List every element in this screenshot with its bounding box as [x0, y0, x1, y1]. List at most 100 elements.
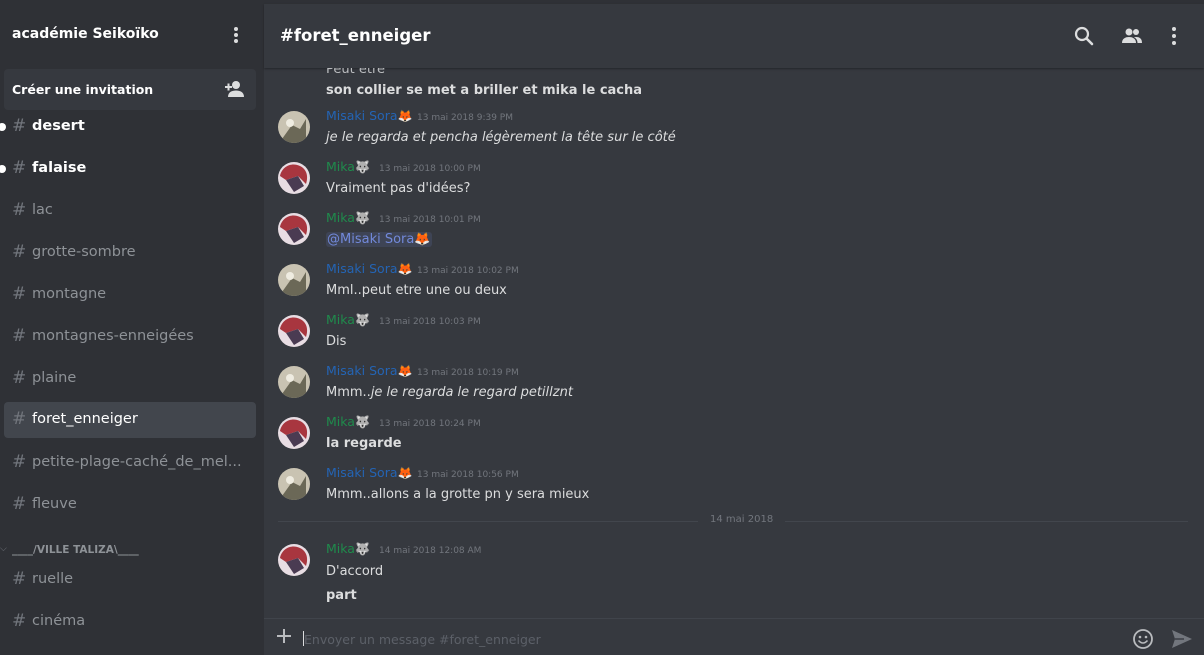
- channel-lac[interactable]: # lac: [4, 193, 256, 229]
- channel-petite-plage[interactable]: # petite-plage-caché_de_mel...: [4, 445, 256, 481]
- date-divider-label: 14 mai 2018: [698, 514, 786, 525]
- hash-icon: #: [12, 494, 27, 514]
- plus-icon[interactable]: [276, 628, 292, 644]
- channel-cinema[interactable]: # cinéma: [4, 604, 256, 640]
- wolf-emoji: 🐺: [354, 211, 370, 225]
- unread-indicator: [0, 165, 6, 173]
- avatar[interactable]: [278, 111, 310, 143]
- channel-name: ruelle: [32, 571, 74, 587]
- timestamp: 13 mai 2018 10:03 PM: [379, 317, 481, 327]
- channel-plaine[interactable]: # plaine: [4, 361, 256, 397]
- avatar[interactable]: [278, 544, 310, 576]
- send-icon[interactable]: [1170, 628, 1194, 650]
- hash-icon: #: [12, 569, 27, 589]
- channel-montagnes-enneigees[interactable]: # montagnes-enneigées: [4, 319, 256, 355]
- message-input[interactable]: Envoyer un message #foret_enneiger: [304, 632, 541, 647]
- hash-icon: #: [12, 611, 27, 631]
- channel-falaise[interactable]: # falaise: [0, 151, 256, 187]
- message-text: Vraiment pas d'idées?: [326, 181, 471, 196]
- wolf-emoji: 🐺: [354, 415, 370, 429]
- avatar[interactable]: [278, 264, 310, 296]
- channel-montagne[interactable]: # montagne: [4, 277, 256, 313]
- author-name: Misaki Sora: [326, 261, 398, 276]
- message-text: je le regarda et pencha légèrement la tê…: [326, 130, 676, 145]
- message-text: Mml..peut etre une ou deux: [326, 283, 507, 298]
- channel-name: petite-plage-caché_de_mel...: [32, 454, 242, 470]
- message-text: D'accord: [326, 564, 384, 579]
- channel-foret-enneiger[interactable]: # foret_enneiger: [4, 402, 256, 438]
- chat-area: #foret_enneiger Peut etre son collier se…: [264, 0, 1204, 655]
- message-author[interactable]: Misaki Sora🦊: [326, 108, 412, 123]
- message-text: Dis: [326, 334, 347, 349]
- avatar[interactable]: [278, 213, 310, 245]
- wolf-emoji: 🐺: [354, 313, 370, 327]
- message-text: son collier se met a briller et mika le …: [326, 83, 643, 98]
- hash-icon: #: [12, 158, 27, 178]
- message-prefix: Mmm..: [326, 385, 371, 400]
- avatar[interactable]: [278, 417, 310, 449]
- channel-name: fleuve: [32, 496, 77, 512]
- channel-sidebar: académie Seikoïko Créer une invitation #…: [0, 0, 264, 655]
- message-list[interactable]: Peut etre son collier se met a briller e…: [264, 68, 1204, 618]
- channel-header: #foret_enneiger: [264, 4, 1204, 68]
- server-header[interactable]: académie Seikoïko: [0, 0, 264, 68]
- hash-icon: #: [12, 452, 27, 472]
- avatar[interactable]: [278, 366, 310, 398]
- channel-ruelle[interactable]: # ruelle: [4, 562, 256, 598]
- channel-name: lac: [32, 202, 53, 218]
- hash-icon: #: [12, 242, 27, 262]
- hash-icon: #: [12, 326, 27, 346]
- timestamp: 13 mai 2018 10:00 PM: [379, 164, 481, 174]
- avatar[interactable]: [278, 468, 310, 500]
- timestamp: 14 mai 2018 12:08 AM: [379, 546, 482, 556]
- message-author[interactable]: Mika🐺: [326, 312, 370, 327]
- more-vertical-icon[interactable]: [1162, 24, 1186, 48]
- message-text: Mmm..je le regarda le regard petillznt: [326, 385, 573, 400]
- channel-name: cinéma: [32, 613, 86, 629]
- channel-name: grotte-sombre: [32, 244, 136, 260]
- message-author[interactable]: Misaki Sora🦊: [326, 363, 412, 378]
- avatar[interactable]: [278, 315, 310, 347]
- author-name: Mika: [326, 414, 355, 429]
- channel-name: foret_enneiger: [32, 411, 138, 427]
- channel-name: desert: [32, 118, 85, 134]
- fox-emoji: 🦊: [397, 364, 413, 378]
- fox-emoji: 🦊: [397, 466, 413, 480]
- author-name: Misaki Sora: [326, 363, 398, 378]
- user-mention[interactable]: @Misaki Sora🦊: [326, 232, 432, 247]
- date-divider: 14 mai 2018: [278, 514, 1188, 525]
- add-person-icon: [224, 79, 246, 99]
- message-author[interactable]: Mika🐺: [326, 541, 370, 556]
- channel-grotte-sombre[interactable]: # grotte-sombre: [4, 235, 256, 271]
- author-name: Mika: [326, 210, 355, 225]
- timestamp: 13 mai 2018 10:01 PM: [379, 215, 481, 225]
- message-text: Peut etre: [326, 68, 385, 77]
- avatar[interactable]: [278, 162, 310, 194]
- wolf-emoji: 🐺: [354, 160, 370, 174]
- message-author[interactable]: Mika🐺: [326, 414, 370, 429]
- message-composer[interactable]: Envoyer un message #foret_enneiger: [264, 618, 1204, 655]
- search-icon[interactable]: [1072, 24, 1096, 48]
- message-author[interactable]: Mika🐺: [326, 159, 370, 174]
- author-name: Mika: [326, 541, 355, 556]
- wolf-emoji: 🐺: [354, 542, 370, 556]
- message-author[interactable]: Misaki Sora🦊: [326, 261, 412, 276]
- category-ville-taliza[interactable]: ⌵ ____/VILLE TALIZA\____: [0, 542, 264, 560]
- message-author[interactable]: Mika🐺: [326, 210, 370, 225]
- hash-icon: #: [12, 409, 27, 429]
- channel-title: #foret_enneiger: [280, 26, 431, 45]
- fox-emoji: 🦊: [397, 109, 413, 123]
- message-author[interactable]: Misaki Sora🦊: [326, 465, 412, 480]
- hash-icon: #: [12, 368, 27, 388]
- channel-desert[interactable]: # desert: [0, 109, 256, 145]
- server-menu-icon[interactable]: [228, 24, 244, 46]
- channel-fleuve[interactable]: # fleuve: [4, 487, 256, 523]
- timestamp: 13 mai 2018 10:56 PM: [417, 470, 519, 480]
- members-icon[interactable]: [1120, 24, 1144, 48]
- smiley-icon[interactable]: [1132, 628, 1154, 650]
- author-name: Misaki Sora: [326, 108, 398, 123]
- create-invite-button[interactable]: Créer une invitation: [4, 69, 256, 110]
- create-invite-label: Créer une invitation: [12, 82, 154, 97]
- channel-name: plaine: [32, 370, 77, 386]
- message-text: la regarde: [326, 436, 402, 451]
